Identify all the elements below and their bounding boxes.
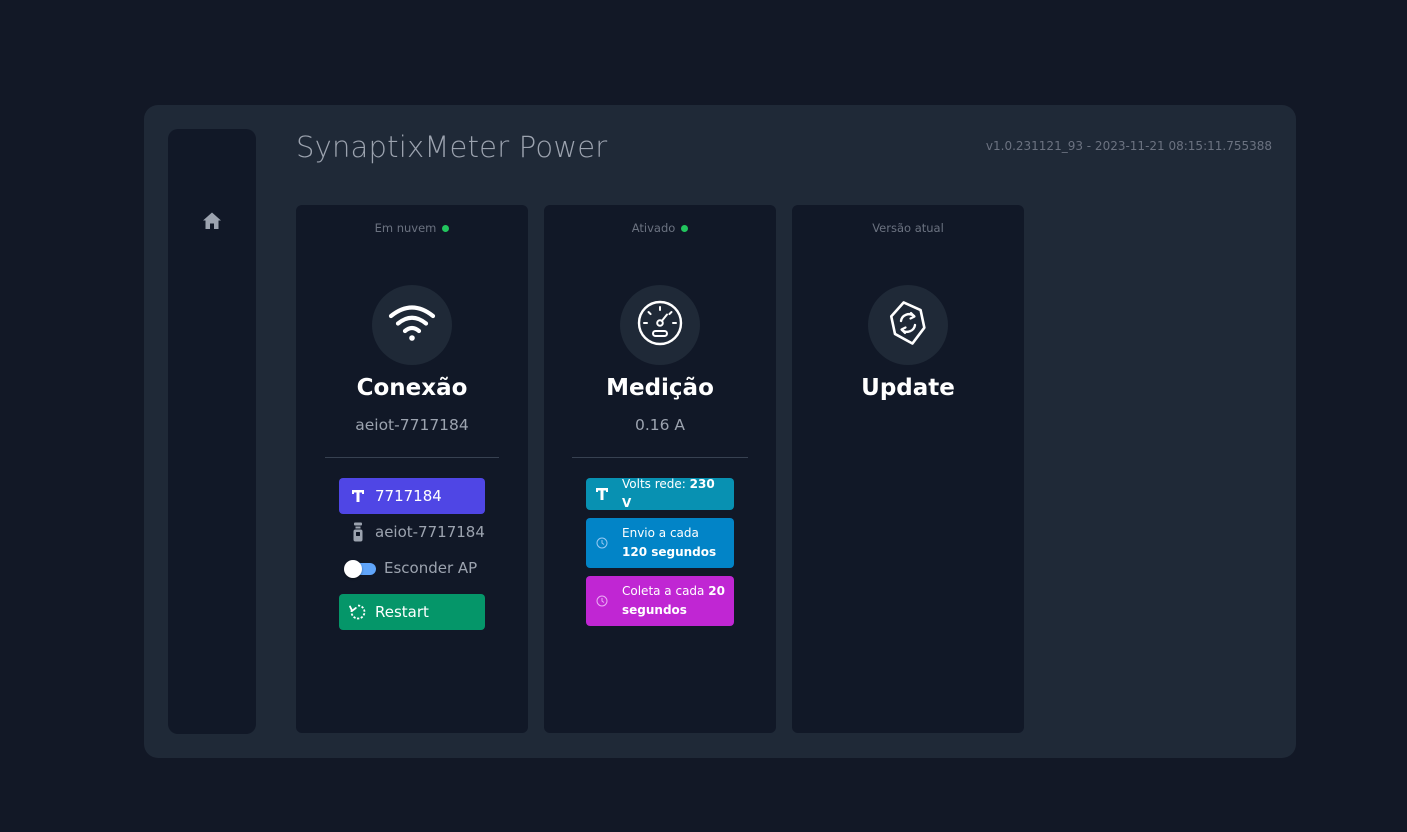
connection-status-label: Em nuvem [374,221,437,235]
tag-icon [349,487,367,505]
connection-subtitle: aeiot-7717184 [355,416,469,434]
device-id-label: 7717184 [375,487,442,505]
home-icon[interactable] [202,211,222,231]
router-icon [349,522,367,542]
wifi-icon [388,303,436,347]
tag-icon [594,486,610,502]
hide-ap-label: Esconder AP [384,559,478,577]
update-status: Versão atual [792,221,1024,235]
sync-icon [888,299,928,351]
connection-status: Em nuvem [296,221,528,235]
connection-title: Conexão [356,375,468,401]
measurement-current: 0.16 A [634,416,686,434]
ssid-row: aeiot-7717184 [339,518,485,546]
gauge-icon-circle [620,285,700,365]
clock-icon [594,535,610,551]
restart-label: Restart [375,603,429,621]
envio-label: Envio a cada [622,526,699,540]
hide-ap-toggle[interactable] [344,560,376,578]
envio-value: 120 segundos [622,545,717,559]
volts-label: Volts rede: [622,477,690,491]
restart-icon [349,603,367,621]
toggle-knob [344,560,362,578]
connection-card: Em nuvem Conexão aeiot-7717184 7717184 a… [296,205,528,733]
gauge-icon [636,299,684,351]
main-panel: SynaptixMeter Power v1.0.231121_93 - 202… [144,105,1296,758]
wifi-icon-circle [372,285,452,365]
coleta-label: Coleta a cada [622,584,709,598]
clock-icon [594,593,610,609]
ssid-label: aeiot-7717184 [375,523,485,541]
divider [572,457,748,458]
divider [325,457,499,458]
version-info: v1.0.231121_93 - 2023-11-21 08:15:11.755… [985,139,1272,153]
status-dot-icon [442,225,450,232]
update-status-label: Versão atual [872,221,944,235]
update-card: Versão atual Update [792,205,1024,733]
volts-badge: Volts rede: 230 V [586,477,734,510]
sidebar [168,129,256,734]
sync-icon-circle[interactable] [868,285,948,365]
coleta-badge: Coleta a cada 20 segundos [586,576,734,626]
measurement-status-label: Ativado [631,221,676,235]
hide-ap-row: Esconder AP [339,554,485,582]
measurement-title: Medição [606,375,714,401]
device-id-button[interactable]: 7717184 [339,478,485,514]
envio-badge: Envio a cada 120 segundos [586,518,734,568]
update-title: Update [861,375,955,401]
status-dot-icon [681,225,689,232]
page-title: SynaptixMeter Power [296,130,608,164]
measurement-card: Ativado Medição 0.16 A Volts rede: 230 V… [544,205,776,733]
restart-button[interactable]: Restart [339,594,485,630]
measurement-status: Ativado [544,221,776,235]
